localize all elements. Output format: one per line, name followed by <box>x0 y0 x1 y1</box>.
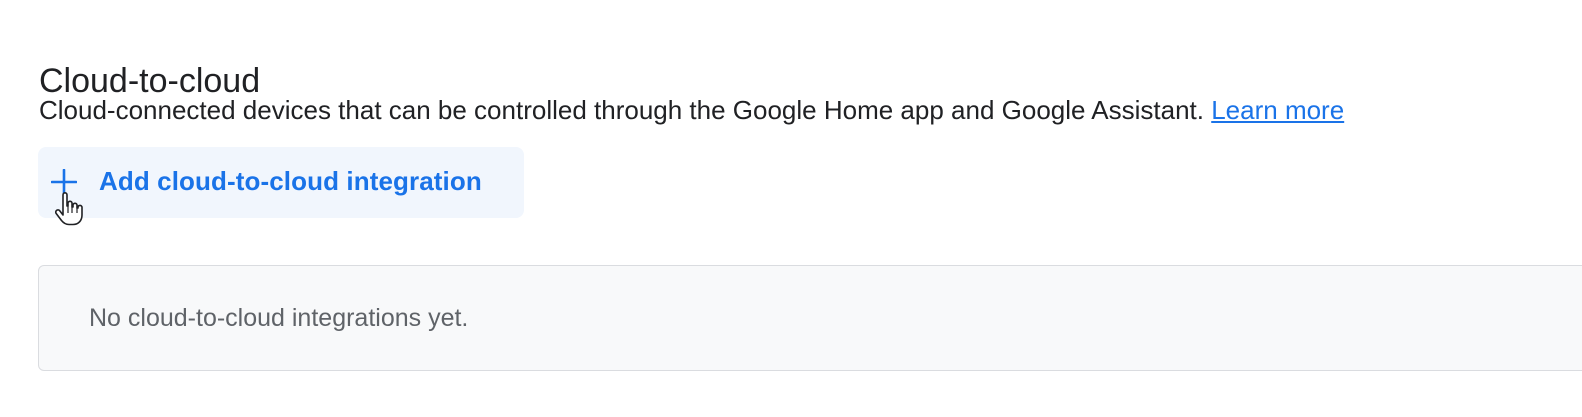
integrations-list-panel: No cloud-to-cloud integrations yet. <box>38 265 1582 371</box>
hand-pointer-icon <box>54 192 84 226</box>
empty-state-message: No cloud-to-cloud integrations yet. <box>89 304 469 332</box>
learn-more-link[interactable]: Learn more <box>1211 95 1344 125</box>
add-cloud-to-cloud-integration-button[interactable]: Add cloud-to-cloud integration <box>38 147 524 218</box>
section-description: Cloud-connected devices that can be cont… <box>39 92 1344 128</box>
description-text: Cloud-connected devices that can be cont… <box>39 95 1204 125</box>
add-button-label: Add cloud-to-cloud integration <box>99 166 482 196</box>
